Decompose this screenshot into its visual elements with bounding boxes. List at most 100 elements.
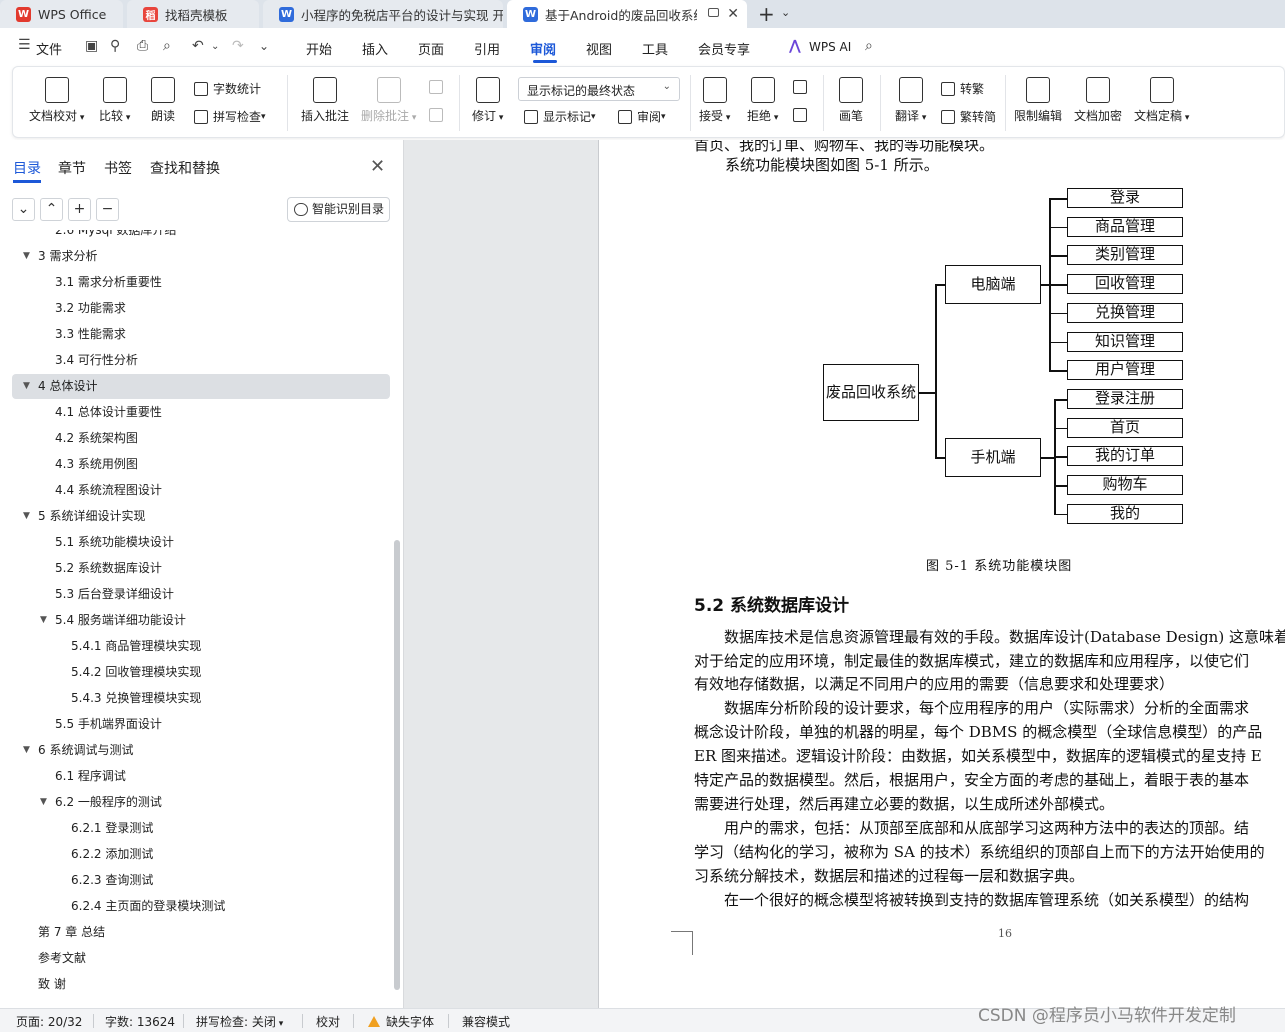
- toc-scrollbar[interactable]: [394, 540, 400, 990]
- add-heading-button[interactable]: +: [68, 198, 91, 221]
- toc-item[interactable]: ▼ 6 系统调试与测试: [12, 738, 390, 763]
- share-link-icon[interactable]: ⚲: [110, 38, 120, 54]
- menu-tools[interactable]: 工具: [642, 39, 668, 58]
- document-page[interactable]: 首页、我的订单、购物车、我的等功能模块。 系统功能模块图如图 5-1 所示。 废…: [598, 140, 1285, 1008]
- menu-review[interactable]: 审阅: [530, 39, 556, 58]
- toc-item[interactable]: ▼ 6.2 一般程序的测试: [12, 790, 390, 815]
- redo-icon[interactable]: ↷: [232, 38, 244, 54]
- toc-item[interactable]: 3.3 性能需求: [12, 322, 390, 347]
- restrict-edit-button[interactable]: 限制编辑: [1014, 77, 1062, 124]
- toc-item[interactable]: 2.6 Mysql 数据库介绍: [12, 230, 390, 243]
- save-icon[interactable]: ▣: [85, 38, 98, 54]
- window-mode-icon[interactable]: [708, 8, 719, 17]
- toc-item[interactable]: 6.2.4 主页面的登录模块测试: [12, 894, 390, 919]
- toc-item[interactable]: 6.2.1 登录测试: [12, 816, 390, 841]
- move-up-button[interactable]: ⌃: [40, 198, 63, 221]
- toc-item[interactable]: 参考文献: [12, 946, 390, 971]
- undo-icon[interactable]: ↶: [192, 38, 204, 54]
- missing-font-status[interactable]: 缺失字体: [368, 1013, 434, 1030]
- tab-doc-recycling[interactable]: W 基于Android的废品回收系统设计 ✕: [507, 0, 747, 28]
- tab-doc-duty-free[interactable]: W 小程序的免税店平台的设计与实现 开题: [263, 0, 503, 28]
- toc-item[interactable]: 4.2 系统架构图: [12, 426, 390, 451]
- toc-item[interactable]: 4.4 系统流程图设计: [12, 478, 390, 503]
- print-preview-icon[interactable]: ⌕: [163, 38, 171, 54]
- print-icon[interactable]: ⎙: [137, 38, 148, 54]
- collapse-all-button[interactable]: ⌄: [12, 198, 35, 221]
- toc-item[interactable]: 4.1 总体设计重要性: [12, 400, 390, 425]
- toc-item[interactable]: 5.5 手机端界面设计: [12, 712, 390, 737]
- hamburger-menu-icon[interactable]: ☰: [18, 37, 31, 53]
- tab-docer-templates[interactable]: 稻 找稻壳模板: [127, 0, 259, 28]
- finalize-doc-button[interactable]: 文档定稿 ▾: [1134, 77, 1189, 124]
- word-count-button[interactable]: 字数统计: [194, 80, 261, 97]
- spell-check-status[interactable]: 拼写检查: 关闭 ▾: [196, 1013, 283, 1030]
- toc-item[interactable]: 5.4.1 商品管理模块实现: [12, 634, 390, 659]
- remove-heading-button[interactable]: −: [96, 198, 119, 221]
- menu-file[interactable]: 文件: [36, 39, 62, 58]
- toc-item[interactable]: ▼ 4 总体设计: [12, 374, 390, 399]
- toc-item[interactable]: 5.1 系统功能模块设计: [12, 530, 390, 555]
- compare-button[interactable]: 比较 ▾: [99, 77, 130, 124]
- markup-state-select[interactable]: 显示标记的最终状态 ⌄: [518, 77, 680, 101]
- panel-divider[interactable]: [403, 140, 404, 1008]
- new-tab-icon[interactable]: +: [758, 2, 775, 26]
- menu-insert[interactable]: 插入: [362, 39, 388, 58]
- toc-item[interactable]: 5.2 系统数据库设计: [12, 556, 390, 581]
- expand-arrow-icon[interactable]: ▼: [40, 608, 47, 633]
- toc-item[interactable]: ▼ 5 系统详细设计实现: [12, 504, 390, 529]
- menu-member[interactable]: 会员专享: [698, 39, 750, 58]
- show-markup-button[interactable]: 显示标记 ▾: [524, 108, 596, 125]
- page-indicator[interactable]: 页面: 20/32: [16, 1013, 82, 1030]
- expand-arrow-icon[interactable]: ▼: [23, 504, 30, 529]
- toc-item[interactable]: 5.4.3 兑换管理模块实现: [12, 686, 390, 711]
- to-traditional-button[interactable]: 转繁: [941, 80, 984, 97]
- delete-comment-button[interactable]: 删除批注 ▾: [361, 77, 416, 124]
- toc-item[interactable]: 6.2.3 查询测试: [12, 868, 390, 893]
- panel-tab-chapters[interactable]: 章节: [58, 158, 86, 178]
- tab-list-chevron-icon[interactable]: ⌄: [781, 6, 790, 19]
- toc-item[interactable]: ▼ 5.4 服务端详细功能设计: [12, 608, 390, 633]
- next-comment-button[interactable]: [429, 108, 448, 122]
- panel-tab-bookmarks[interactable]: 书签: [104, 158, 132, 178]
- search-icon[interactable]: ⌕: [865, 38, 873, 54]
- toc-item[interactable]: 第 7 章 总结: [12, 920, 390, 945]
- undo-dropdown-icon[interactable]: ⌄: [211, 41, 219, 52]
- expand-arrow-icon[interactable]: ▼: [40, 790, 47, 815]
- toc-item[interactable]: 6.2.2 添加测试: [12, 842, 390, 867]
- toc-item[interactable]: ▼ 3 需求分析: [12, 244, 390, 269]
- menu-page[interactable]: 页面: [418, 39, 444, 58]
- close-panel-icon[interactable]: ✕: [370, 156, 385, 177]
- word-count-indicator[interactable]: 字数: 13624: [105, 1013, 175, 1030]
- read-aloud-button[interactable]: 朗读: [151, 77, 175, 124]
- menu-view[interactable]: 视图: [586, 39, 612, 58]
- expand-arrow-icon[interactable]: ▼: [23, 738, 30, 763]
- toc-item[interactable]: 6.1 程序调试: [12, 764, 390, 789]
- prev-comment-button[interactable]: [429, 80, 448, 94]
- wps-ai-icon[interactable]: ⋀: [789, 38, 801, 54]
- proofread-status[interactable]: 校对: [316, 1013, 340, 1030]
- next-change-button[interactable]: [793, 108, 812, 122]
- accept-button[interactable]: 接受 ▾: [699, 77, 730, 124]
- translate-button[interactable]: 翻译 ▾: [895, 77, 926, 124]
- spell-check-button[interactable]: 拼写检查 ▾: [194, 108, 266, 125]
- insert-comment-button[interactable]: 插入批注: [301, 77, 349, 124]
- toc-item[interactable]: 4.3 系统用例图: [12, 452, 390, 477]
- track-changes-button[interactable]: 修订 ▾: [472, 77, 503, 124]
- prev-change-button[interactable]: [793, 80, 812, 94]
- expand-arrow-icon[interactable]: ▼: [23, 244, 30, 269]
- brush-button[interactable]: 画笔: [839, 77, 863, 124]
- toc-item[interactable]: 3.2 功能需求: [12, 296, 390, 321]
- menu-wps-ai[interactable]: WPS AI: [809, 40, 851, 54]
- tab-wps-office[interactable]: W WPS Office: [0, 0, 123, 28]
- smart-toc-button[interactable]: 智能识别目录: [287, 197, 390, 222]
- toc-item[interactable]: 3.1 需求分析重要性: [12, 270, 390, 295]
- doc-check-button[interactable]: 文档校对 ▾: [29, 77, 84, 124]
- close-tab-icon[interactable]: ✕: [727, 6, 739, 22]
- menu-home[interactable]: 开始: [306, 39, 332, 58]
- to-simplified-button[interactable]: 繁转简: [941, 108, 996, 125]
- compat-mode-status[interactable]: 兼容模式: [462, 1013, 510, 1030]
- panel-tab-toc[interactable]: 目录: [13, 158, 41, 178]
- review-pane-button[interactable]: 审阅 ▾: [618, 108, 666, 125]
- toc-item[interactable]: 致 谢: [12, 972, 390, 997]
- menu-references[interactable]: 引用: [474, 39, 500, 58]
